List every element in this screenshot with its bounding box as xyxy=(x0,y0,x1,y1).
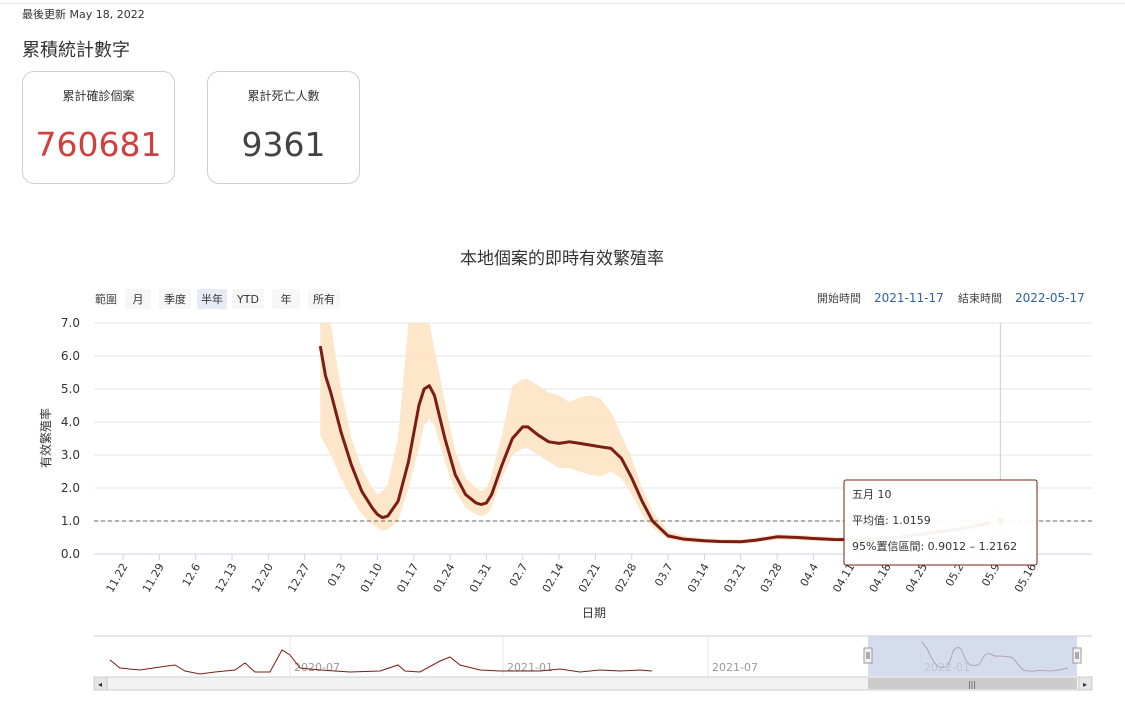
x-tick-label: 03.7 xyxy=(652,561,676,589)
end-date-input[interactable]: 2022-05-17 xyxy=(1015,291,1085,305)
navigator-label: 2021-01 xyxy=(507,661,553,674)
navigator-label: 2020-07 xyxy=(294,661,340,674)
range-button-label: 季度 xyxy=(164,292,186,306)
tooltip-mean: 平均值: 1.0159 xyxy=(852,514,931,527)
range-button-4[interactable]: 年 xyxy=(272,289,300,309)
range-button-5[interactable]: 所有 xyxy=(308,289,340,309)
x-tick-label: 01.3 xyxy=(325,561,349,589)
x-tick-label: 03.14 xyxy=(685,561,712,595)
x-tick-label: 03.28 xyxy=(758,561,785,595)
x-tick-label: 02.28 xyxy=(612,561,639,595)
range-button-label: 月 xyxy=(133,293,144,306)
navigator-left-handle[interactable] xyxy=(863,647,873,664)
range-button-1[interactable]: 季度 xyxy=(159,289,191,309)
end-date-label: 結束時間 xyxy=(958,291,1002,305)
range-button-2[interactable]: 半年 xyxy=(197,289,227,309)
navigator-selection-mask[interactable] xyxy=(868,636,1077,676)
scrollbar-grip-icon: ||| xyxy=(968,680,976,689)
scroll-left-arrow-icon: ◂ xyxy=(98,680,102,689)
tooltip-ci: 95%置信區間: 0.9012 – 1.2162 xyxy=(852,540,1017,553)
range-button-label: 半年 xyxy=(201,292,223,306)
x-tick-label: 03.21 xyxy=(721,561,748,595)
y-axis-title: 有效繁殖率 xyxy=(38,408,53,468)
range-button-3[interactable]: YTD xyxy=(232,289,264,309)
x-tick-label: 04.18 xyxy=(867,561,894,595)
x-tick-label: 02.7 xyxy=(507,561,531,589)
x-tick-label: 11.29 xyxy=(140,561,167,595)
y-tick-label: 5.0 xyxy=(61,382,80,396)
x-tick-label: 01.10 xyxy=(358,561,385,595)
data-tooltip: 五月 10 平均值: 1.0159 95%置信區間: 0.9012 – 1.21… xyxy=(843,479,1038,566)
y-tick-label: 1.0 xyxy=(61,514,80,528)
navigator-right-handle[interactable] xyxy=(1072,647,1082,664)
y-tick-label: 7.0 xyxy=(61,316,80,330)
x-tick-label: 12.27 xyxy=(285,561,312,595)
range-button-label: YTD xyxy=(236,293,259,306)
x-tick-label: 12.6 xyxy=(180,561,204,589)
rt-chart: 本地個案的即時有效繁殖率 範圍 月 季度 半年 YTD 年 所有 開始時間 2021-11… xyxy=(38,249,1093,691)
x-tick-label: 01.31 xyxy=(467,561,494,595)
scroll-right-arrow-icon: ▸ xyxy=(1083,680,1087,689)
y-tick-label: 3.0 xyxy=(61,448,80,462)
range-button-label: 年 xyxy=(281,292,292,306)
x-tick-label: 04.25 xyxy=(903,561,930,595)
x-tick-label: 01.17 xyxy=(394,561,421,595)
range-selector: 月 季度 半年 YTD 年 所有 xyxy=(125,289,340,309)
x-tick-label: 01.24 xyxy=(431,561,458,595)
range-button-label: 所有 xyxy=(313,292,335,306)
y-tick-label: 4.0 xyxy=(61,415,80,429)
range-label: 範圍 xyxy=(95,292,117,306)
x-tick-label: 04.11 xyxy=(830,561,857,595)
x-tick-label: 05.16 xyxy=(1012,561,1039,595)
start-date-input[interactable]: 2021-11-17 xyxy=(874,291,944,305)
range-button-0[interactable]: 月 xyxy=(125,289,151,309)
y-tick-label: 6.0 xyxy=(61,349,80,363)
chart-title: 本地個案的即時有效繁殖率 xyxy=(460,249,664,269)
navigator[interactable]: 2020-072021-012021-072022-01 ||| ◂ ▸ xyxy=(93,635,1093,691)
x-tick-label: 12.13 xyxy=(213,561,240,595)
x-tick-label: 12.20 xyxy=(249,561,276,595)
x-tick-label: 04.4 xyxy=(798,561,822,589)
y-tick-label: 2.0 xyxy=(61,481,80,495)
tooltip-date: 五月 10 xyxy=(852,488,892,501)
y-tick-label: 0.0 xyxy=(61,547,80,561)
x-axis-title: 日期 xyxy=(582,606,606,620)
start-date-label: 開始時間 xyxy=(817,291,861,305)
navigator-label: 2021-07 xyxy=(712,661,758,674)
x-tick-label: 02.14 xyxy=(540,561,567,595)
x-tick-label: 11.22 xyxy=(104,561,131,595)
x-tick-label: 02.21 xyxy=(576,561,603,595)
